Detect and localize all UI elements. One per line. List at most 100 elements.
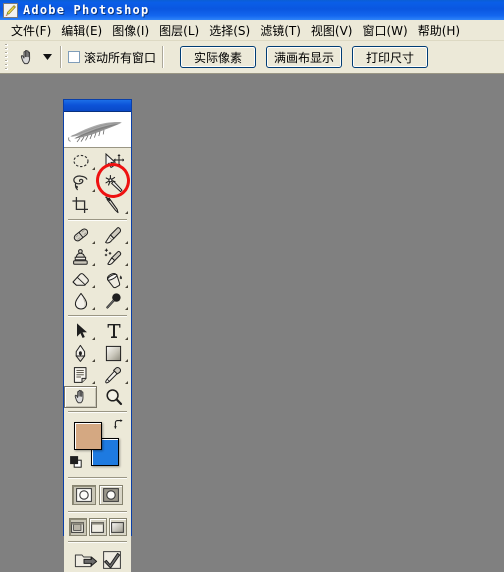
clone-stamp-tool[interactable] xyxy=(64,246,97,268)
fit-on-screen-button[interactable]: 满画布显示 xyxy=(266,46,343,68)
flyout-triangle-icon xyxy=(92,189,95,192)
chevron-down-icon[interactable] xyxy=(40,45,54,69)
menu-image[interactable]: 图像(I) xyxy=(107,20,154,41)
menu-layer[interactable]: 图层(L) xyxy=(154,20,204,41)
toolbox-separator xyxy=(68,219,127,221)
tool-row xyxy=(64,224,131,246)
flyout-triangle-icon xyxy=(125,359,128,362)
type-tool[interactable] xyxy=(97,320,130,342)
hand-tool[interactable] xyxy=(64,386,97,408)
color-swatch-group xyxy=(64,416,131,474)
dodge-tool[interactable] xyxy=(97,290,130,312)
menu-filter[interactable]: 滤镜(T) xyxy=(255,20,306,41)
menu-edit[interactable]: 编辑(E) xyxy=(56,20,107,41)
window-titlebar: Adobe Photoshop xyxy=(0,0,504,20)
swap-colors-icon[interactable] xyxy=(113,419,125,431)
quick-mask-row xyxy=(64,482,131,508)
actual-pixels-button[interactable]: 实际像素 xyxy=(180,46,257,68)
menu-file[interactable]: 文件(F) xyxy=(6,20,56,41)
scroll-all-windows-label: 滚动所有窗口 xyxy=(84,50,157,65)
flyout-triangle-icon xyxy=(125,307,128,310)
zoom-tool[interactable] xyxy=(97,386,130,408)
full-screen-mode-button[interactable] xyxy=(108,518,127,536)
photoshop-feather-logo[interactable] xyxy=(64,112,131,148)
toolbox-separator xyxy=(68,511,127,513)
flyout-triangle-icon xyxy=(92,263,95,266)
tool-options-bar: 滚动所有窗口 实际像素 满画布显示 打印尺寸 xyxy=(0,41,504,74)
toolbox-body xyxy=(64,148,131,572)
print-size-button[interactable]: 打印尺寸 xyxy=(352,46,429,68)
scroll-all-windows-checkbox[interactable] xyxy=(68,51,80,63)
magic-wand-tool[interactable] xyxy=(97,172,130,194)
toolbox-titlebar[interactable] xyxy=(64,100,131,112)
window-title: Adobe Photoshop xyxy=(23,3,150,17)
lasso-tool[interactable] xyxy=(64,172,97,194)
tool-row xyxy=(64,342,131,364)
tool-grid xyxy=(64,148,131,408)
photoshop-window: Adobe Photoshop 文件(F) 编辑(E) 图像(I) 图层(L) … xyxy=(0,0,504,572)
healing-brush-tool[interactable] xyxy=(64,224,97,246)
notes-tool[interactable] xyxy=(64,364,97,386)
menu-view[interactable]: 视图(V) xyxy=(306,20,358,41)
tool-row xyxy=(64,290,131,312)
tool-row xyxy=(64,172,131,194)
blur-tool[interactable] xyxy=(64,290,97,312)
flyout-triangle-icon xyxy=(92,285,95,288)
tool-row xyxy=(64,364,131,386)
tool-row xyxy=(64,150,131,172)
tool-row xyxy=(64,320,131,342)
elliptical-marquee-tool[interactable] xyxy=(64,150,97,172)
flyout-triangle-icon xyxy=(92,307,95,310)
foreground-color-swatch[interactable] xyxy=(74,422,102,450)
history-brush-tool[interactable] xyxy=(97,246,130,268)
crop-tool[interactable] xyxy=(64,194,97,216)
full-screen-menubar-mode-button[interactable] xyxy=(88,518,107,536)
scroll-all-windows-option[interactable]: 滚动所有窗口 xyxy=(68,49,156,66)
standard-mode-button[interactable] xyxy=(72,485,96,505)
default-colors-icon[interactable] xyxy=(70,456,82,468)
options-bar-grip[interactable] xyxy=(2,43,11,71)
standard-screen-mode-button[interactable] xyxy=(68,518,87,536)
menu-window[interactable]: 窗口(W) xyxy=(357,20,412,41)
options-separator-1 xyxy=(60,46,62,68)
move-tool[interactable] xyxy=(97,150,130,172)
tool-row xyxy=(64,268,131,290)
pen-tool[interactable] xyxy=(64,342,97,364)
jump-to-row xyxy=(64,546,131,572)
tool-row xyxy=(64,194,131,216)
menu-select[interactable]: 选择(S) xyxy=(204,20,255,41)
toolbox-separator xyxy=(68,541,127,543)
menu-help[interactable]: 帮助(H) xyxy=(413,20,465,41)
path-selection-tool[interactable] xyxy=(64,320,97,342)
flyout-triangle-icon xyxy=(92,167,95,170)
eraser-tool[interactable] xyxy=(64,268,97,290)
slice-tool[interactable] xyxy=(97,194,130,216)
toolbox-palette xyxy=(63,99,132,572)
flyout-triangle-icon xyxy=(92,381,95,384)
photoshop-feather-icon xyxy=(3,2,18,18)
brush-tool[interactable] xyxy=(97,224,130,246)
flyout-triangle-icon xyxy=(125,337,128,340)
toolbox-separator xyxy=(68,477,127,479)
flyout-triangle-icon xyxy=(125,241,128,244)
hand-tool-icon[interactable] xyxy=(14,45,40,69)
rectangle-shape-tool[interactable] xyxy=(97,342,130,364)
tool-row xyxy=(64,386,131,408)
paint-bucket-tool[interactable] xyxy=(97,268,130,290)
flyout-triangle-icon xyxy=(125,263,128,266)
eyedropper-tool[interactable] xyxy=(97,364,130,386)
flyout-triangle-icon xyxy=(92,337,95,340)
flyout-triangle-icon xyxy=(125,381,128,384)
tool-row xyxy=(64,246,131,268)
flyout-triangle-icon xyxy=(125,211,128,214)
imageready-check-button[interactable] xyxy=(102,550,122,570)
toolbox-separator xyxy=(68,411,127,413)
options-separator-2 xyxy=(162,46,165,68)
flyout-triangle-icon xyxy=(92,241,95,244)
flyout-triangle-icon xyxy=(92,359,95,362)
quick-mask-mode-button[interactable] xyxy=(99,485,123,505)
toolbox-separator xyxy=(68,315,127,317)
jump-to-imageready-button[interactable] xyxy=(74,550,98,570)
menubar: 文件(F) 编辑(E) 图像(I) 图层(L) 选择(S) 滤镜(T) 视图(V… xyxy=(0,20,504,41)
screen-mode-row xyxy=(64,516,131,538)
